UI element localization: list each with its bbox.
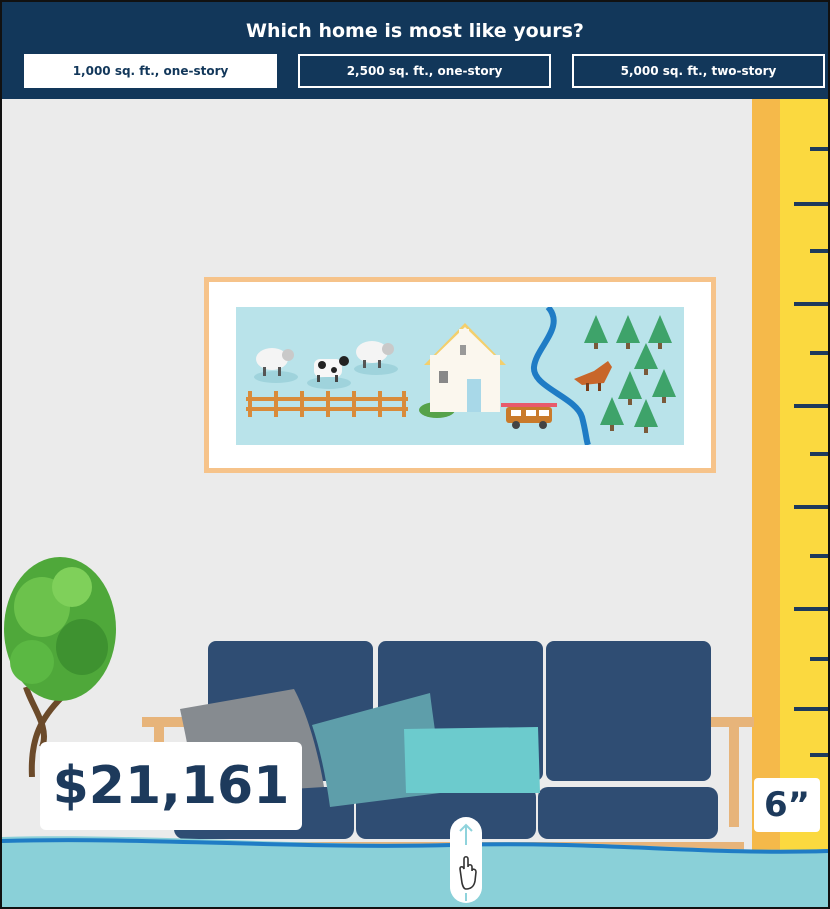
drag-hand-icon <box>459 823 477 901</box>
water-depth-label: 6” <box>754 778 820 832</box>
damage-cost-label: $21,161 <box>40 742 302 830</box>
flood-depth-ruler <box>752 99 828 859</box>
framed-picture <box>204 277 716 473</box>
water-level-drag-handle[interactable] <box>450 817 482 903</box>
countryside-illustration <box>236 307 684 445</box>
question-title: Which home is most like yours? <box>246 20 584 42</box>
room-scene: $21,161 6” <box>2 99 828 907</box>
option-1000-sqft-one-story[interactable]: 1,000 sq. ft., one-story <box>24 54 277 88</box>
flood-water <box>2 836 828 907</box>
option-2500-sqft-one-story[interactable]: 2,500 sq. ft., one-story <box>298 54 551 88</box>
app-frame: Which home is most like yours? 1,000 sq.… <box>0 0 830 909</box>
option-5000-sqft-two-story[interactable]: 5,000 sq. ft., two-story <box>572 54 825 88</box>
home-size-header: Which home is most like yours? 1,000 sq.… <box>2 2 828 99</box>
